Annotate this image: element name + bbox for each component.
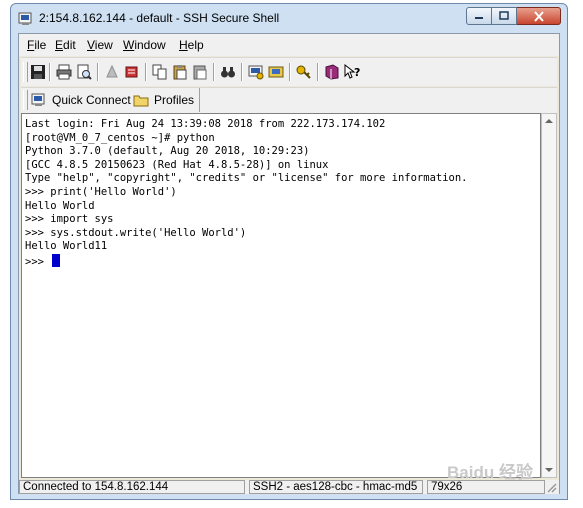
terminal-line: Last login: Fri Aug 24 13:39:08 2018 fro… xyxy=(25,118,386,130)
resize-grip-icon[interactable] xyxy=(545,481,557,493)
quick-connect-button[interactable]: Quick Connect xyxy=(31,90,131,110)
copy-icon[interactable] xyxy=(151,63,169,81)
menu-view[interactable]: View xyxy=(87,38,113,52)
menu-help[interactable]: Help xyxy=(179,38,204,52)
menu-window[interactable]: Window xyxy=(123,38,166,52)
file-transfer-icon[interactable] xyxy=(267,63,285,81)
toolbar: ? xyxy=(21,57,557,86)
menu-file[interactable]: File xyxy=(27,38,46,52)
terminal-line: [root@VM_0_7_centos ~]# python xyxy=(25,131,215,144)
toolbar-separator xyxy=(97,63,99,81)
watermark: Baidu 经验 xyxy=(447,463,533,482)
svg-text:?: ? xyxy=(354,66,360,79)
quick-connect-icon xyxy=(31,93,45,106)
save-icon[interactable] xyxy=(29,63,47,81)
minimize-icon xyxy=(475,17,483,19)
toolbar-grip[interactable] xyxy=(23,62,28,82)
close-button[interactable] xyxy=(517,7,561,25)
ssh-app-icon xyxy=(18,11,33,26)
terminal-output: Last login: Fri Aug 24 13:39:08 2018 fro… xyxy=(25,118,468,270)
toolbar-separator xyxy=(241,63,243,81)
profiles-label: Profiles xyxy=(154,93,195,107)
maximize-icon xyxy=(499,11,509,20)
terminal-line: >>> import sys xyxy=(25,213,114,226)
profilebar-divider xyxy=(199,88,200,112)
client-area: File Edit View Window Help ? Quick Conne… xyxy=(18,33,560,494)
profile-bar: Quick Connect Profiles xyxy=(21,87,557,113)
toolbar-separator xyxy=(145,63,147,81)
disabled-b-icon[interactable] xyxy=(123,63,141,81)
menu-bar: File Edit View Window Help xyxy=(19,34,559,56)
status-connection: Connected to 154.8.162.144 xyxy=(19,480,245,494)
chevron-up-icon xyxy=(545,119,553,123)
toolbar-separator xyxy=(213,63,215,81)
profilebar-grip[interactable] xyxy=(23,90,28,110)
scroll-up-button[interactable] xyxy=(542,114,556,128)
terminal-line: >>> print('Hello World') xyxy=(25,185,177,198)
status-cipher: SSH2 - aes128-cbc - hmac-md5 xyxy=(249,480,423,494)
terminal-line: Hello World11 xyxy=(25,240,108,253)
terminal-cursor xyxy=(52,253,61,267)
title-bar[interactable]: 2:154.8.162.144 - default - SSH Secure S… xyxy=(11,4,567,34)
toolbar-separator xyxy=(289,63,291,81)
profiles-button[interactable]: Profiles xyxy=(133,90,194,110)
window-controls xyxy=(466,7,561,27)
print-preview-icon[interactable] xyxy=(75,63,93,81)
disabled-a-icon[interactable] xyxy=(103,63,121,81)
scroll-down-button[interactable] xyxy=(542,463,556,477)
keygen-icon[interactable] xyxy=(295,63,313,81)
terminal-line: >>> sys.stdout.write('Hello World') xyxy=(25,226,247,239)
terminal-line: Python 3.7.0 (default, Aug 20 2018, 10:2… xyxy=(25,145,310,158)
terminal-prompt: >>> xyxy=(25,255,51,268)
toolbar-separator xyxy=(317,63,319,81)
settings-icon[interactable] xyxy=(247,63,265,81)
find-icon[interactable] xyxy=(219,63,237,81)
quick-connect-label: Quick Connect xyxy=(52,93,131,107)
terminal-prompt-line: >>> xyxy=(25,253,468,270)
ssh-window: 2:154.8.162.144 - default - SSH Secure S… xyxy=(10,3,568,500)
terminal-pane[interactable]: Last login: Fri Aug 24 13:39:08 2018 fro… xyxy=(21,113,541,478)
toolbar-separator xyxy=(49,63,51,81)
chevron-down-icon xyxy=(545,468,553,472)
terminal-line: Type "help", "copyright", "credits" or "… xyxy=(25,172,468,185)
close-icon xyxy=(533,10,544,22)
vertical-scrollbar[interactable] xyxy=(541,113,557,478)
folder-icon xyxy=(133,95,149,107)
context-help-icon[interactable]: ? xyxy=(343,63,361,81)
print-icon[interactable] xyxy=(55,63,73,81)
help-book-icon[interactable] xyxy=(323,63,341,81)
terminal-line: [GCC 4.8.5 20150623 (Red Hat 4.8.5-28)] … xyxy=(25,158,329,171)
paste-alt-icon[interactable] xyxy=(191,63,209,81)
paste-icon[interactable] xyxy=(171,63,189,81)
menu-edit[interactable]: Edit xyxy=(55,38,76,52)
minimize-button[interactable] xyxy=(466,7,492,25)
window-title: 2:154.8.162.144 - default - SSH Secure S… xyxy=(39,11,280,25)
terminal-line: Hello World xyxy=(25,199,95,212)
maximize-button[interactable] xyxy=(492,7,517,25)
